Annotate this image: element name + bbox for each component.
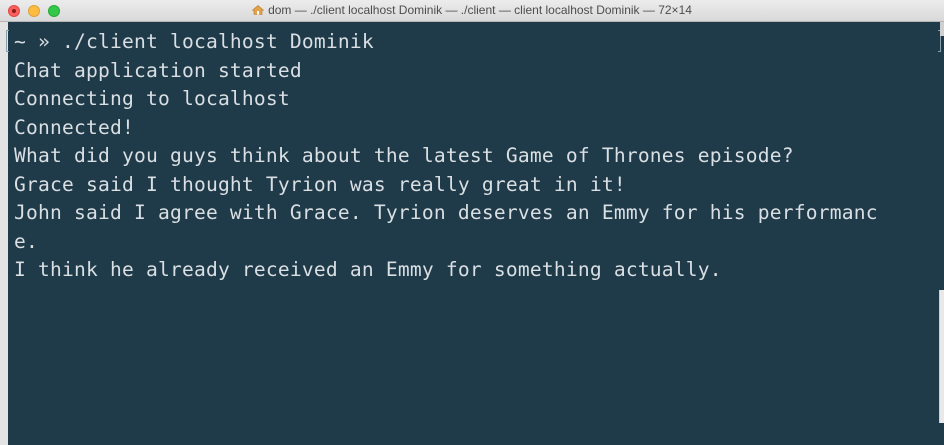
title-bar[interactable]: dom — ./client localhost Dominik — ./cli… — [0, 0, 944, 22]
terminal-view[interactable]: ~ » ./client localhost Dominik Chat appl… — [0, 22, 944, 445]
terminal-window: dom — ./client localhost Dominik — ./cli… — [0, 0, 944, 445]
scrollbar-top-marker — [940, 22, 944, 36]
terminal-line: ~ » ./client localhost Dominik — [14, 30, 374, 53]
home-icon — [252, 5, 265, 15]
terminal-line: John said I agree with Grace. Tyrion des… — [14, 201, 878, 224]
terminal-line: Grace said I thought Tyrion was really g… — [14, 172, 626, 196]
window-title-text: dom — ./client localhost Dominik — ./cli… — [268, 3, 692, 17]
vertical-scrollbar[interactable] — [939, 290, 944, 423]
terminal-line: I think he already received an Emmy for … — [14, 258, 722, 281]
terminal-line: Connecting to localhost — [14, 87, 290, 110]
terminal-line: What did you guys think about the latest… — [14, 144, 794, 167]
terminal-line: e. — [14, 229, 38, 253]
window-title: dom — ./client localhost Dominik — ./cli… — [0, 0, 944, 21]
terminal-output[interactable]: ~ » ./client localhost Dominik Chat appl… — [8, 28, 934, 438]
terminal-line: Chat application started — [14, 58, 302, 82]
selection-mark-left — [6, 30, 9, 52]
terminal-line: Connected! — [14, 115, 134, 139]
